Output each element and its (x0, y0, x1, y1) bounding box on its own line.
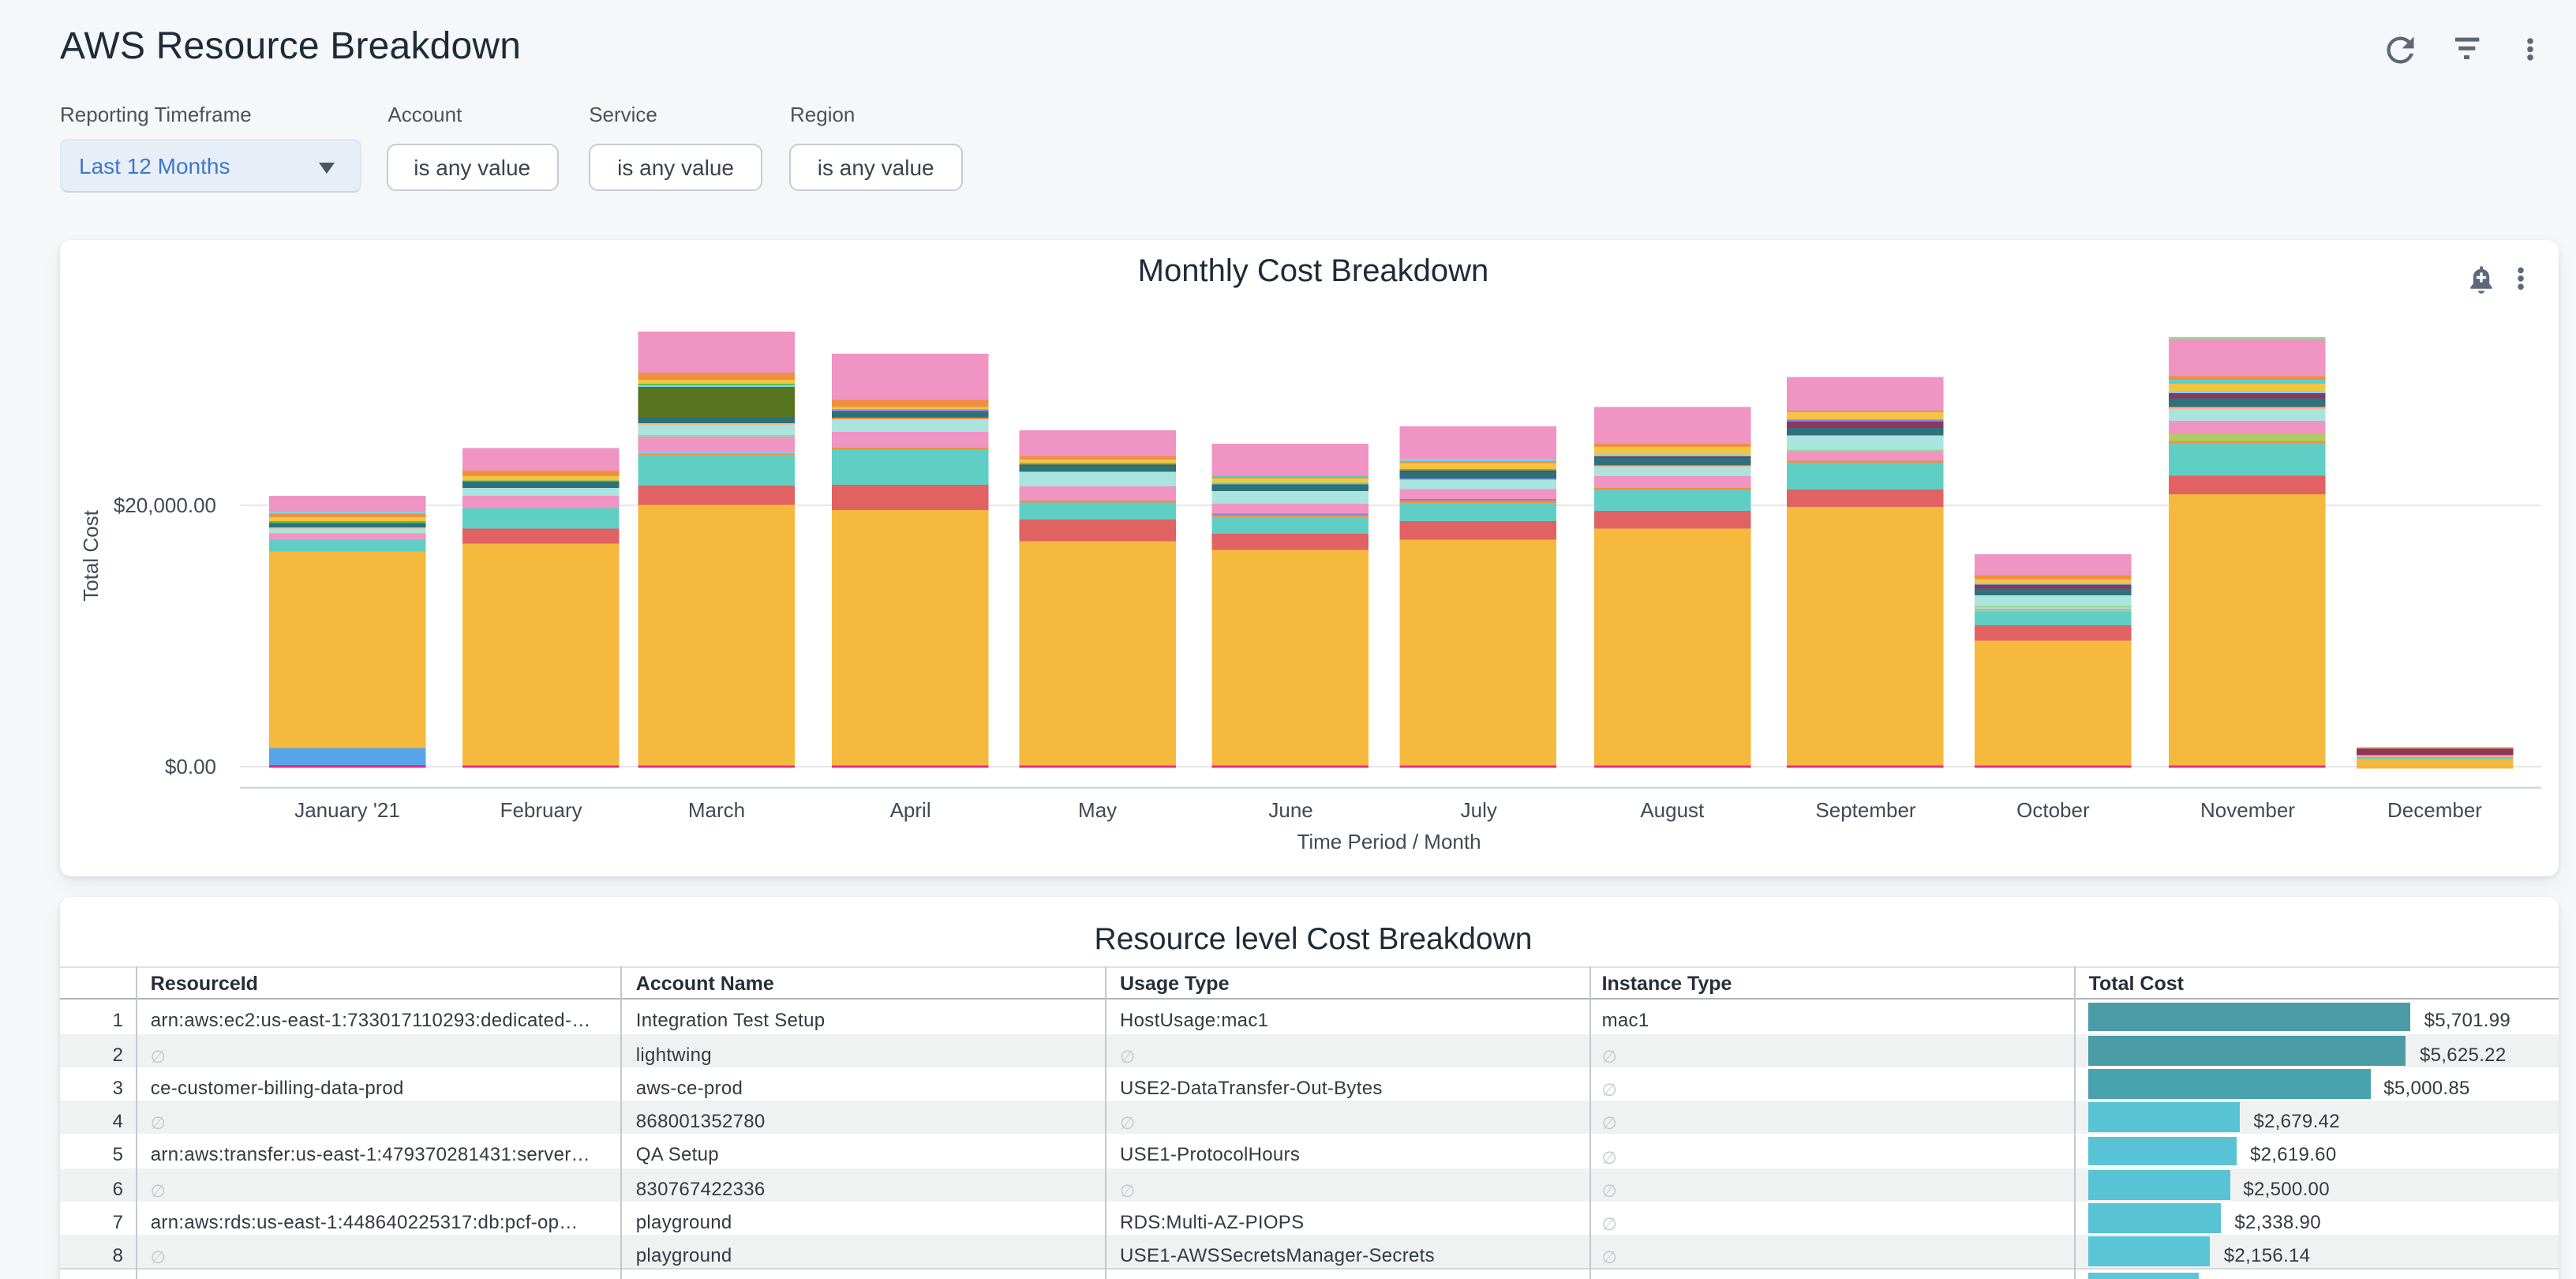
svg-text:December: December (2387, 798, 2482, 822)
svg-text:$20,000.00: $20,000.00 (114, 493, 216, 517)
svg-text:June: June (1268, 798, 1312, 822)
svg-text:September: September (1815, 798, 1916, 822)
svg-text:August: August (1640, 798, 1705, 822)
svg-text:March: March (688, 798, 745, 822)
svg-text:February: February (500, 798, 582, 822)
svg-text:July: July (1461, 798, 1497, 822)
svg-text:January '21: January '21 (294, 798, 400, 822)
svg-text:October: October (2016, 798, 2090, 822)
svg-text:Total Cost: Total Cost (79, 509, 103, 601)
svg-text:November: November (2200, 798, 2295, 822)
svg-text:Time Period / Month: Time Period / Month (1297, 830, 1481, 853)
svg-text:April: April (890, 798, 931, 822)
svg-text:$0.00: $0.00 (165, 755, 216, 778)
svg-text:May: May (1078, 798, 1117, 822)
